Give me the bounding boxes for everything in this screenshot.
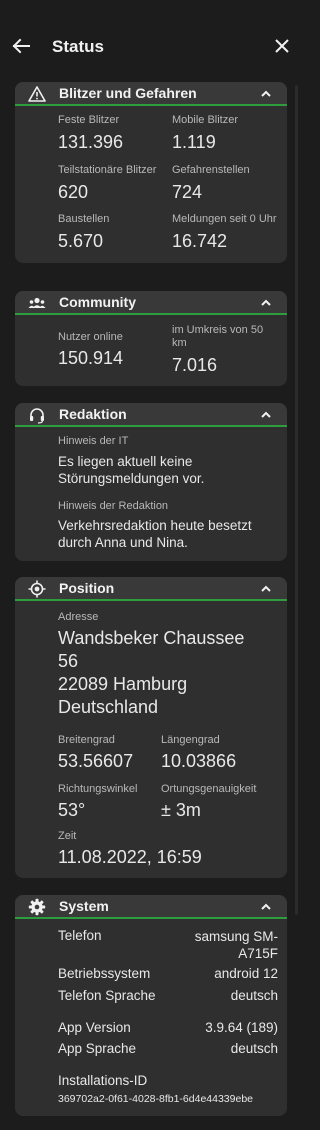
- redaktion-card: Redaktion Hinweis der IT Es liegen aktue…: [15, 403, 287, 561]
- ortungsgenauigkeit-label: Ortungsgenauigkeit: [161, 783, 257, 795]
- meldungen-label: Meldungen seit 0 Uhr: [172, 213, 277, 225]
- zeit-label: Zeit: [58, 830, 77, 842]
- telefon-label: Telefon: [58, 928, 102, 943]
- back-arrow-icon[interactable]: [10, 35, 32, 57]
- page-title: Status: [52, 37, 104, 56]
- app-version-label: App Version: [58, 1020, 131, 1035]
- app-sprache-label: App Sprache: [58, 1041, 137, 1056]
- teilstationaere-blitzer-value: 620: [58, 182, 89, 202]
- feste-blitzer-label: Feste Blitzer: [58, 114, 120, 126]
- system-card-header[interactable]: System: [15, 895, 287, 919]
- community-title: Community: [59, 294, 136, 310]
- position-title: Position: [59, 580, 115, 596]
- system-title: System: [59, 898, 109, 914]
- hinweis-redaktion-label: Hinweis der Redaktion: [58, 500, 169, 512]
- umkreis-label: im Umkreis von 50 km: [172, 324, 264, 349]
- address-line-city: 22089 Hamburg: [58, 674, 188, 694]
- laengengrad-label: Längengrad: [161, 734, 220, 746]
- gear-icon: [28, 898, 46, 916]
- chevron-up-icon[interactable]: [259, 296, 273, 310]
- chevron-up-icon[interactable]: [259, 87, 273, 101]
- richtungswinkel-value: 53°: [58, 800, 86, 820]
- richtungswinkel-label: Richtungswinkel: [58, 783, 138, 795]
- address-line-number: 56: [58, 651, 79, 671]
- breitengrad-value: 53.56607: [58, 751, 134, 771]
- chevron-up-icon[interactable]: [259, 408, 273, 422]
- app-sprache-value: deutsch: [230, 1041, 278, 1056]
- baustellen-label: Baustellen: [58, 213, 110, 225]
- betriebssystem-label: Betriebssystem: [58, 966, 151, 981]
- hinweis-redaktion-text: Verkehrsredaktion heute besetzt durch An…: [58, 518, 252, 550]
- app-bar: Status: [0, 0, 300, 80]
- blitzer-card: Blitzer und Gefahren Feste Blitzer 131.3…: [15, 82, 287, 263]
- position-card: Position Adresse Wandsbeker Chaussee 56 …: [15, 577, 287, 878]
- community-card: Community Nutzer online 150.914 im Umkre…: [15, 291, 287, 386]
- gefahrenstellen-value: 724: [172, 182, 203, 202]
- chevron-up-icon[interactable]: [259, 582, 273, 596]
- address-line-street: Wandsbeker Chaussee: [58, 628, 245, 648]
- community-group-icon: [28, 297, 46, 308]
- ortungsgenauigkeit-value: ± 3m: [161, 800, 201, 820]
- mobile-blitzer-label: Mobile Blitzer: [172, 114, 239, 126]
- laengengrad-value: 10.03866: [161, 751, 237, 771]
- community-card-header[interactable]: Community: [15, 291, 287, 315]
- redaktion-title: Redaktion: [59, 406, 127, 422]
- warning-triangle-icon: [28, 86, 46, 102]
- hinweis-it-text: Es liegen aktuell keine Störungsmeldunge…: [58, 454, 205, 486]
- telefon-value: samsung SM-A715F: [194, 929, 278, 961]
- nutzer-online-value: 150.914: [58, 348, 124, 368]
- hinweis-it-label: Hinweis der IT: [58, 435, 129, 447]
- baustellen-value: 5.670: [58, 231, 104, 251]
- scrollbar[interactable]: [295, 85, 298, 915]
- redaktion-card-header[interactable]: Redaktion: [15, 403, 287, 427]
- mobile-blitzer-value: 1.119: [172, 132, 216, 152]
- adresse-label: Adresse: [58, 611, 99, 623]
- breitengrad-label: Breitengrad: [58, 734, 115, 746]
- umkreis-value: 7.016: [172, 355, 218, 375]
- app-version-value: 3.9.64 (189): [205, 1020, 278, 1035]
- blitzer-title: Blitzer und Gefahren: [59, 85, 197, 101]
- telefon-sprache-label: Telefon Sprache: [58, 988, 156, 1003]
- position-card-header[interactable]: Position: [15, 577, 287, 601]
- nutzer-online-label: Nutzer online: [58, 331, 123, 343]
- meldungen-value: 16.742: [172, 231, 228, 251]
- installations-id-value: 369702a2-0f61-4028-8fb1-6d4e44339ebe: [58, 1093, 254, 1105]
- blitzer-card-header[interactable]: Blitzer und Gefahren: [15, 82, 287, 106]
- close-icon[interactable]: [272, 36, 292, 56]
- betriebssystem-value: android 12: [214, 966, 278, 981]
- zeit-value: 11.08.2022, 16:59: [58, 847, 202, 867]
- feste-blitzer-value: 131.396: [58, 132, 124, 152]
- address-line-country: Deutschland: [58, 697, 159, 717]
- teilstationaere-blitzer-label: Teilstationäre Blitzer: [58, 164, 157, 176]
- location-target-icon: [28, 580, 46, 598]
- system-card: System Telefon samsung SM-A715F Betriebs…: [15, 895, 287, 1116]
- chevron-up-icon[interactable]: [259, 900, 273, 914]
- gefahrenstellen-label: Gefahrenstellen: [172, 164, 250, 176]
- installations-id-label: Installations-ID: [58, 1073, 148, 1088]
- headset-icon: [30, 408, 44, 424]
- telefon-sprache-value: deutsch: [230, 988, 278, 1003]
